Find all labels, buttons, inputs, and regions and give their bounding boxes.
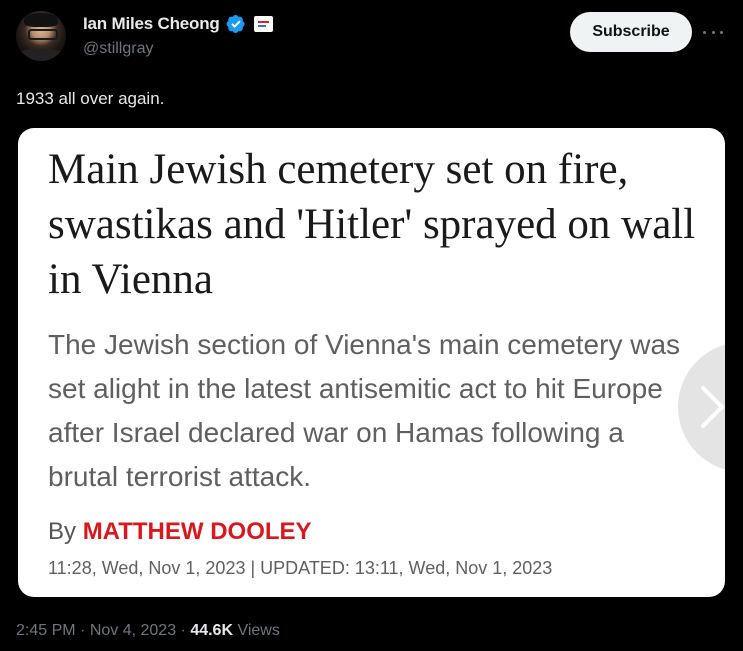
article-screenshot-card[interactable]: Main Jewish cemetery set on fire, swasti… [18, 128, 725, 597]
verified-badge-icon [226, 15, 245, 33]
article-headline: Main Jewish cemetery set on fire, swasti… [48, 146, 696, 303]
author-name-row: Ian Miles Cheong [83, 14, 273, 34]
views-count: 44.6K [190, 622, 234, 639]
article-dateline: 11:28, Wed, Nov 1, 2023 | UPDATED: 13:11… [48, 558, 553, 578]
meta-separator: · [176, 622, 191, 639]
avatar-glasses [28, 29, 58, 40]
tweet-time[interactable]: 2:45 PM [16, 622, 76, 639]
affiliate-badge-icon[interactable] [253, 16, 273, 32]
subscribe-button[interactable]: Subscribe [570, 12, 692, 52]
article-byline: By MATTHEW DOOLEY [48, 518, 312, 546]
byline-prefix: By [48, 518, 83, 545]
author-handle[interactable]: @stillgray [83, 40, 153, 58]
dot [703, 30, 706, 34]
avatar[interactable] [16, 11, 66, 61]
meta-separator: · [75, 622, 90, 639]
article-summary: The Jewish section of Vienna's main ceme… [48, 329, 681, 492]
tweet-text: 1933 all over again. [16, 89, 165, 108]
chevron-right-icon [701, 386, 724, 428]
tweet-date[interactable]: Nov 4, 2023 [90, 622, 176, 639]
article-author-name: MATTHEW DOOLEY [82, 518, 312, 545]
tweet-meta: 2:45 PM · Nov 4, 2023 · 44.6K Views [16, 622, 280, 640]
views-label: Views [233, 622, 280, 639]
author-display-name[interactable]: Ian Miles Cheong [83, 14, 220, 34]
avatar-hair [24, 13, 58, 27]
tweet: Ian Miles Cheong @stillgray Subscribe 19… [0, 0, 743, 651]
dot [720, 30, 723, 34]
dot [711, 30, 715, 34]
avatar-shirt [16, 49, 66, 61]
more-options-icon[interactable] [703, 22, 723, 42]
